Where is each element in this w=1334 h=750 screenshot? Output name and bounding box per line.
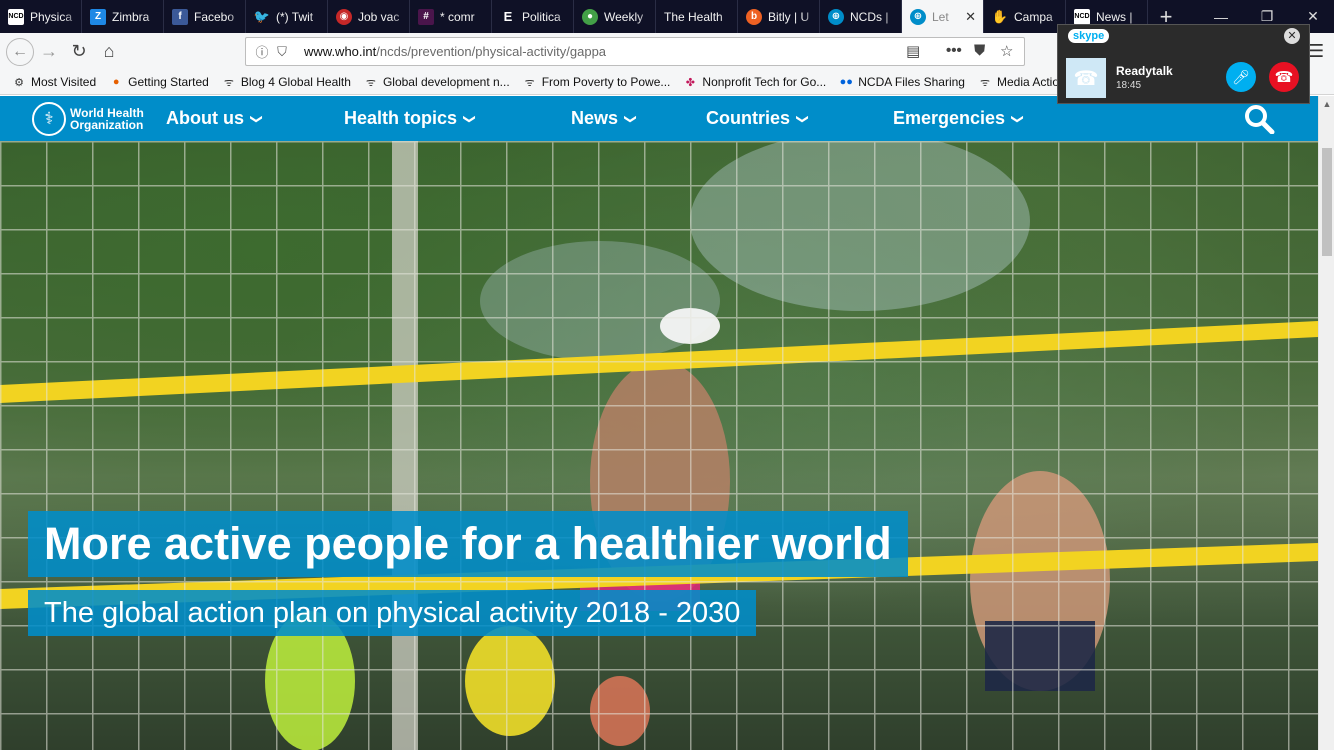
hero-title: More active people for a healthier world bbox=[28, 511, 908, 577]
chevron-down-icon: ❯ bbox=[463, 113, 478, 124]
facebook-icon: f bbox=[172, 8, 188, 25]
twitter-icon: 🐦 bbox=[253, 8, 271, 24]
hero-subtitle: The global action plan on physical activ… bbox=[28, 590, 757, 636]
tab-zimbra[interactable]: Z Zimbra bbox=[82, 0, 164, 33]
tab-weekly[interactable]: ● Weekly bbox=[574, 0, 656, 33]
rss-icon: ᯤ bbox=[365, 76, 376, 89]
close-notification-icon[interactable]: ✕ bbox=[1284, 28, 1300, 44]
weekly-favicon-icon: ● bbox=[582, 8, 598, 25]
nav-label: News bbox=[571, 108, 619, 128]
who-emblem-icon: ⚕ bbox=[32, 102, 66, 136]
url-text[interactable]: www.who.int/ncds/prevention/physical-act… bbox=[304, 44, 606, 59]
campaign-favicon-icon: ✋ bbox=[991, 8, 1009, 24]
call-duration: 18:45 bbox=[1116, 80, 1142, 91]
address-bar[interactable]: ⓘ ⛉ www.who.int/ncds/prevention/physical… bbox=[245, 37, 1025, 66]
firefox-icon: ● bbox=[112, 76, 120, 88]
who-favicon-icon: ⊕ bbox=[828, 8, 844, 25]
tab-politico[interactable]: E Politica bbox=[492, 0, 574, 33]
bookmark-star-icon[interactable]: ☆ bbox=[1000, 42, 1013, 60]
nav-label: About us bbox=[166, 108, 244, 128]
who-logo[interactable]: ⚕ World Health Organization bbox=[32, 102, 144, 136]
search-icon[interactable] bbox=[1243, 104, 1275, 134]
bookmark-label: Getting Started bbox=[128, 75, 209, 89]
puzzle-icon: ✤ bbox=[685, 76, 696, 89]
menu-hamburger-icon[interactable]: ☰ bbox=[1308, 41, 1324, 62]
ncd-favicon-icon: NCD bbox=[8, 8, 24, 25]
tab-job-vacancies[interactable]: ◉ Job vac bbox=[328, 0, 410, 33]
phone-hangup-icon: ☎ bbox=[1274, 69, 1294, 86]
gear-icon: ⚙ bbox=[14, 76, 24, 89]
tab-physical[interactable]: NCD Physica bbox=[0, 0, 82, 33]
volleyball-net-image bbox=[0, 141, 1318, 750]
chevron-down-icon: ❯ bbox=[250, 113, 265, 124]
job-favicon-icon: ◉ bbox=[336, 8, 352, 25]
close-tab-icon[interactable]: ✕ bbox=[965, 9, 983, 25]
politico-icon: E bbox=[503, 9, 513, 24]
scroll-up-icon[interactable]: ▲ bbox=[1319, 96, 1334, 112]
chevron-down-icon: ❯ bbox=[624, 113, 639, 124]
scrollbar-thumb[interactable] bbox=[1322, 148, 1332, 256]
nav-about-us[interactable]: About us ❯ bbox=[166, 108, 265, 129]
nav-news[interactable]: News ❯ bbox=[571, 108, 639, 129]
mute-microphone-button[interactable]: 🎤︎ bbox=[1226, 62, 1256, 92]
tab-facebook[interactable]: f Facebo bbox=[164, 0, 246, 33]
bookmark-global-development[interactable]: ᯤ Global development n... bbox=[364, 75, 510, 89]
reload-icon[interactable]: ↻ bbox=[64, 37, 94, 67]
bookmark-label: Nonprofit Tech for Go... bbox=[702, 75, 827, 89]
tab-active-who[interactable]: ⊕ Let ✕ bbox=[902, 0, 984, 33]
chevron-down-icon: ❯ bbox=[796, 113, 811, 124]
bookmark-most-visited[interactable]: ⚙ Most Visited bbox=[12, 75, 96, 89]
nav-label: Countries bbox=[706, 108, 791, 128]
back-arrow-icon[interactable]: ← bbox=[6, 37, 34, 66]
bookmark-from-poverty[interactable]: ᯤ From Poverty to Powe... bbox=[523, 75, 671, 89]
nav-emergencies[interactable]: Emergencies ❯ bbox=[893, 108, 1026, 129]
nav-label: Health topics bbox=[344, 108, 458, 128]
who-favicon-icon: ⊕ bbox=[910, 8, 926, 25]
caller-avatar-phone-icon: ☎ bbox=[1066, 58, 1106, 98]
tab-label: Let bbox=[932, 9, 949, 24]
page-scrollbar[interactable]: ▲ bbox=[1318, 96, 1334, 750]
tab-slack[interactable]: # * comr bbox=[410, 0, 492, 33]
logo-line-2: Organization bbox=[70, 118, 144, 132]
caller-name: Readytalk bbox=[1116, 64, 1173, 78]
skype-call-notification: skype ✕ ☎ Readytalk 18:45 🎤︎ ☎ bbox=[1057, 24, 1310, 104]
home-icon[interactable]: ⌂ bbox=[94, 37, 124, 67]
zimbra-favicon-icon: Z bbox=[90, 8, 106, 25]
info-icon[interactable]: ⓘ bbox=[252, 42, 272, 61]
hero-banner: More active people for a healthier world… bbox=[0, 141, 1318, 750]
bookmark-label: NCDA Files Sharing bbox=[858, 75, 965, 89]
nav-health-topics[interactable]: Health topics ❯ bbox=[344, 108, 478, 129]
flickr-icon: ●● bbox=[839, 76, 853, 88]
tab-twitter[interactable]: 🐦 (*) Twit bbox=[246, 0, 328, 33]
bookmark-label: Global development n... bbox=[382, 75, 510, 89]
bookmark-nonprofit-tech[interactable]: ✤ Nonprofit Tech for Go... bbox=[683, 75, 826, 89]
bookmark-label: From Poverty to Powe... bbox=[541, 75, 671, 89]
tab-the-health[interactable]: The Health bbox=[656, 0, 738, 33]
reader-view-icon[interactable]: ▤ bbox=[906, 42, 920, 60]
bookmark-ncda-files[interactable]: ●● NCDA Files Sharing bbox=[839, 75, 965, 89]
bookmark-getting-started[interactable]: ● Getting Started bbox=[109, 75, 209, 89]
shield-icon[interactable]: ⛉ bbox=[272, 44, 292, 60]
rss-icon: ᯤ bbox=[979, 76, 990, 89]
chevron-down-icon: ❯ bbox=[1011, 113, 1026, 124]
pocket-icon[interactable]: ⛊ bbox=[974, 42, 985, 59]
ncd-favicon-icon: NCD bbox=[1074, 8, 1090, 25]
tab-bitly[interactable]: b Bitly | U bbox=[738, 0, 820, 33]
nav-label: Emergencies bbox=[893, 108, 1006, 128]
bookmark-blog-4-global-health[interactable]: ᯤ Blog 4 Global Health bbox=[222, 75, 351, 89]
rss-icon: ᯤ bbox=[524, 76, 535, 89]
skype-logo: skype bbox=[1068, 29, 1110, 43]
nav-countries[interactable]: Countries ❯ bbox=[706, 108, 811, 129]
tab-ncds[interactable]: ⊕ NCDs | bbox=[820, 0, 902, 33]
forward-arrow-icon[interactable]: → bbox=[34, 37, 64, 67]
slack-icon: # bbox=[418, 8, 434, 25]
bitly-icon: b bbox=[746, 8, 762, 25]
bookmark-label: Most Visited bbox=[31, 75, 97, 89]
page-actions-icon[interactable]: ••• bbox=[946, 42, 962, 59]
microphone-muted-icon: 🎤︎ bbox=[1232, 68, 1250, 85]
hang-up-button[interactable]: ☎ bbox=[1269, 62, 1299, 92]
bookmark-label: Blog 4 Global Health bbox=[240, 75, 351, 89]
rss-icon: ᯤ bbox=[223, 76, 234, 89]
tab-campaign[interactable]: ✋ Campa bbox=[984, 0, 1066, 33]
